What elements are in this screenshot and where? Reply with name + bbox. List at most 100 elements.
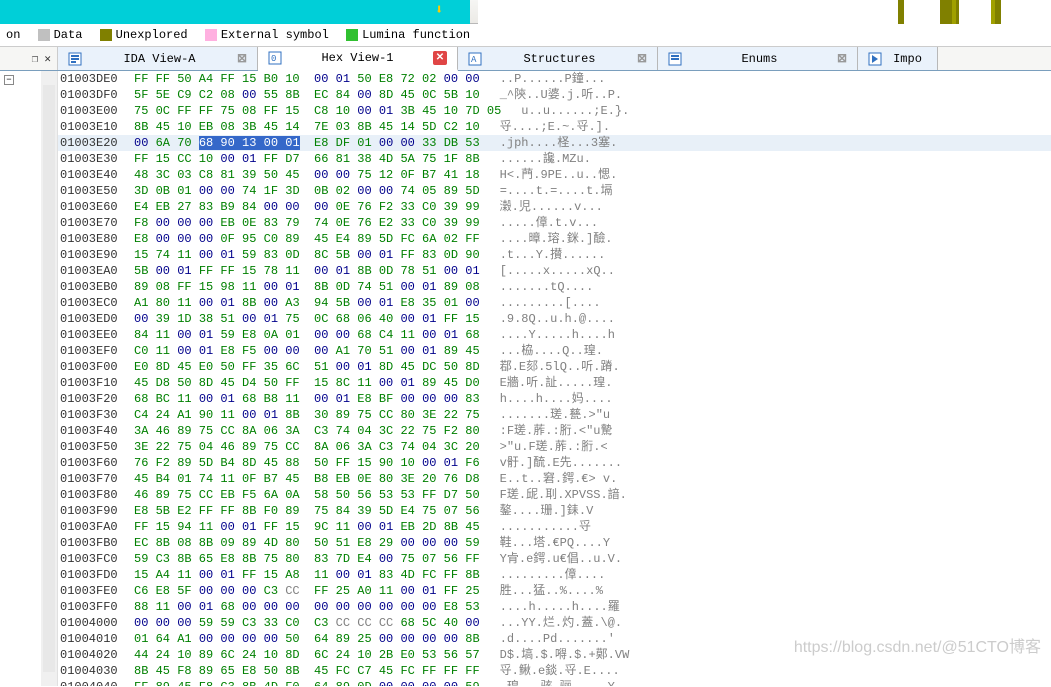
- hex-bytes[interactable]: 5F 5E C9 C2 08 00 55 8B EC 84 00 8D 45 0…: [134, 87, 480, 103]
- hex-bytes[interactable]: FF 89 45 F8 C3 8B 4D F0 64 89 0D 00 00 0…: [134, 679, 480, 686]
- hex-row[interactable]: 01003E2000 6A 70 68 90 13 00 01 E8 DF 01…: [58, 135, 1051, 151]
- hex-bytes[interactable]: A1 80 11 00 01 8B 00 A3 94 5B 00 01 E8 3…: [134, 295, 480, 311]
- hex-row[interactable]: 01003F2068 BC 11 00 01 68 B8 11 00 01 E8…: [58, 391, 1051, 407]
- hex-bytes[interactable]: 76 F2 89 5D B4 8D 45 88 50 FF 15 90 10 0…: [134, 455, 480, 471]
- hex-bytes[interactable]: E8 00 00 00 0F 95 C0 89 45 E4 89 5D FC 6…: [134, 231, 480, 247]
- hex-bytes[interactable]: 45 B4 01 74 11 0F B7 45 B8 EB 0E 80 3E 2…: [134, 471, 480, 487]
- hex-address: 01003E80: [60, 231, 134, 247]
- hex-row[interactable]: 0100400000 00 00 59 59 C3 33 C0 C3 CC CC…: [58, 615, 1051, 631]
- fold-toggle-icon[interactable]: −: [4, 75, 14, 85]
- hex-row[interactable]: 0100402044 24 10 89 6C 24 10 8D 6C 24 10…: [58, 647, 1051, 663]
- hex-bytes[interactable]: E4 EB 27 83 B9 84 00 00 00 0E 76 F2 33 C…: [134, 199, 480, 215]
- hex-row[interactable]: 01003F90E8 5B E2 FF FF 8B F0 89 75 84 39…: [58, 503, 1051, 519]
- hex-row[interactable]: 01003E4048 3C 03 C8 81 39 50 45 00 00 75…: [58, 167, 1051, 183]
- hex-bytes[interactable]: 88 11 00 01 68 00 00 00 00 00 00 00 00 0…: [134, 599, 480, 615]
- hex-row[interactable]: 01003F503E 22 75 04 46 89 75 CC 8A 06 3A…: [58, 439, 1051, 455]
- hex-row[interactable]: 01003E80E8 00 00 00 0F 95 C0 89 45 E4 89…: [58, 231, 1051, 247]
- hex-row[interactable]: 01003E0075 0C FF FF 75 08 FF 15 C8 10 00…: [58, 103, 1051, 119]
- hex-bytes[interactable]: F8 00 00 00 EB 0E 83 79 74 0E 76 E2 33 C…: [134, 215, 480, 231]
- hex-bytes[interactable]: 5B 00 01 FF FF 15 78 11 00 01 8B 0D 78 5…: [134, 263, 480, 279]
- hex-row[interactable]: 01003EB089 08 FF 15 98 11 00 01 8B 0D 74…: [58, 279, 1051, 295]
- hex-bytes[interactable]: 44 24 10 89 6C 24 10 8D 6C 24 10 2B E0 5…: [134, 647, 480, 663]
- hex-row[interactable]: 01003DE0FF FF 50 A4 FF 15 B0 10 00 01 50…: [58, 71, 1051, 87]
- hex-row[interactable]: 01003FA0FF 15 94 11 00 01 FF 15 9C 11 00…: [58, 519, 1051, 535]
- tab-close-icon[interactable]: ⊠: [837, 51, 847, 66]
- hex-bytes[interactable]: 48 3C 03 C8 81 39 50 45 00 00 75 12 0F B…: [134, 167, 480, 183]
- hex-row[interactable]: 01003E60E4 EB 27 83 B9 84 00 00 00 0E 76…: [58, 199, 1051, 215]
- hex-row[interactable]: 01003F30C4 24 A1 90 11 00 01 8B 30 89 75…: [58, 407, 1051, 423]
- hex-bytes[interactable]: 8B 45 10 EB 08 3B 45 14 7E 03 8B 45 14 5…: [134, 119, 480, 135]
- hex-bytes[interactable]: FF 15 CC 10 00 01 FF D7 66 81 38 4D 5A 7…: [134, 151, 480, 167]
- hex-row[interactable]: 01003F403A 46 89 75 CC 8A 06 3A C3 74 04…: [58, 423, 1051, 439]
- hex-row[interactable]: 01003F6076 F2 89 5D B4 8D 45 88 50 FF 15…: [58, 455, 1051, 471]
- tab-ida-view[interactable]: IDA View-A ⊠: [58, 47, 258, 70]
- hex-view[interactable]: 01003DE0FF FF 50 A4 FF 15 B0 10 00 01 50…: [58, 71, 1051, 686]
- tab-imports[interactable]: Impo: [858, 47, 938, 70]
- hex-address: 01003E90: [60, 247, 134, 263]
- tab-enums[interactable]: Enums ⊠: [658, 47, 858, 70]
- hex-bytes[interactable]: 3D 0B 01 00 00 74 1F 3D 0B 02 00 00 74 0…: [134, 183, 480, 199]
- hex-row[interactable]: 01003E503D 0B 01 00 00 74 1F 3D 0B 02 00…: [58, 183, 1051, 199]
- tab-close-icon[interactable]: ⊠: [237, 51, 247, 66]
- tab-close-icon[interactable]: ⊠: [637, 51, 647, 66]
- hex-bytes[interactable]: C4 24 A1 90 11 00 01 8B 30 89 75 CC 80 3…: [134, 407, 480, 423]
- hex-row[interactable]: 01003FF088 11 00 01 68 00 00 00 00 00 00…: [58, 599, 1051, 615]
- hex-row[interactable]: 01003E70F8 00 00 00 EB 0E 83 79 74 0E 76…: [58, 215, 1051, 231]
- hex-bytes[interactable]: FF FF 50 A4 FF 15 B0 10 00 01 50 E8 72 0…: [134, 71, 480, 87]
- hex-row[interactable]: 0100401001 64 A1 00 00 00 00 50 64 89 25…: [58, 631, 1051, 647]
- hex-bytes[interactable]: 00 6A 70 68 90 13 00 01 E8 DF 01 00 00 3…: [134, 135, 480, 151]
- hex-row[interactable]: 01003E30FF 15 CC 10 00 01 FF D7 66 81 38…: [58, 151, 1051, 167]
- hex-row[interactable]: 01003EF0C0 11 00 01 E8 F5 00 00 00 A1 70…: [58, 343, 1051, 359]
- hex-row[interactable]: 01003F7045 B4 01 74 11 0F B7 45 B8 EB 0E…: [58, 471, 1051, 487]
- hex-row[interactable]: 01004040FF 89 45 F8 C3 8B 4D F0 64 89 0D…: [58, 679, 1051, 686]
- tab-structures[interactable]: A Structures ⊠: [458, 47, 658, 70]
- close-panel-icon[interactable]: ✕: [44, 52, 51, 66]
- hex-row[interactable]: 01003EC0A1 80 11 00 01 8B 00 A3 94 5B 00…: [58, 295, 1051, 311]
- hex-bytes[interactable]: 15 A4 11 00 01 FF 15 A8 11 00 01 83 4D F…: [134, 567, 480, 583]
- hex-bytes[interactable]: 00 00 00 59 59 C3 33 C0 C3 CC CC CC 68 5…: [134, 615, 480, 631]
- hex-bytes[interactable]: 75 0C FF FF 75 08 FF 15 C8 10 00 01 3B 4…: [134, 103, 501, 119]
- hex-row[interactable]: 01003EE084 11 00 01 59 E8 0A 01 00 00 68…: [58, 327, 1051, 343]
- legend-bar: on Data Unexplored External symbol Lumin…: [0, 24, 1051, 47]
- data-swatch: [38, 29, 50, 41]
- hex-bytes[interactable]: 8B 45 F8 89 65 E8 50 8B 45 FC C7 45 FC F…: [134, 663, 480, 679]
- hex-row[interactable]: 01003FC059 C3 8B 65 E8 8B 75 80 83 7D E4…: [58, 551, 1051, 567]
- hex-bytes[interactable]: 45 D8 50 8D 45 D4 50 FF 15 8C 11 00 01 8…: [134, 375, 480, 391]
- hex-row[interactable]: 01003F8046 89 75 CC EB F5 6A 0A 58 50 56…: [58, 487, 1051, 503]
- hex-row[interactable]: 01003F1045 D8 50 8D 45 D4 50 FF 15 8C 11…: [58, 375, 1051, 391]
- hex-bytes[interactable]: FF 15 94 11 00 01 FF 15 9C 11 00 01 EB 2…: [134, 519, 480, 535]
- hex-row[interactable]: 01003FE0C6 E8 5F 00 00 00 C3 CC FF 25 A0…: [58, 583, 1051, 599]
- hex-row[interactable]: 01003F00E0 8D 45 E0 50 FF 35 6C 51 00 01…: [58, 359, 1051, 375]
- hex-bytes[interactable]: 59 C3 8B 65 E8 8B 75 80 83 7D E4 00 75 0…: [134, 551, 480, 567]
- hex-row[interactable]: 01003ED000 39 1D 38 51 00 01 75 0C 68 06…: [58, 311, 1051, 327]
- hex-row[interactable]: 01003EA05B 00 01 FF FF 15 78 11 00 01 8B…: [58, 263, 1051, 279]
- hex-row[interactable]: 01003E108B 45 10 EB 08 3B 45 14 7E 03 8B…: [58, 119, 1051, 135]
- hex-bytes[interactable]: 15 74 11 00 01 59 83 0D 8C 5B 00 01 FF 8…: [134, 247, 480, 263]
- hex-bytes[interactable]: E0 8D 45 E0 50 FF 35 6C 51 00 01 8D 45 D…: [134, 359, 480, 375]
- hex-row[interactable]: 01003E9015 74 11 00 01 59 83 0D 8C 5B 00…: [58, 247, 1051, 263]
- hex-bytes[interactable]: 89 08 FF 15 98 11 00 01 8B 0D 74 51 00 0…: [134, 279, 480, 295]
- tab-close-icon[interactable]: ✕: [433, 51, 447, 65]
- gutter-scrollbar[interactable]: [41, 71, 57, 686]
- hex-bytes[interactable]: C6 E8 5F 00 00 00 C3 CC FF 25 A0 11 00 0…: [134, 583, 480, 599]
- hex-row[interactable]: 010040308B 45 F8 89 65 E8 50 8B 45 FC C7…: [58, 663, 1051, 679]
- hex-bytes[interactable]: 46 89 75 CC EB F5 6A 0A 58 50 56 53 53 F…: [134, 487, 480, 503]
- hex-bytes[interactable]: C0 11 00 01 E8 F5 00 00 00 A1 70 51 00 0…: [134, 343, 480, 359]
- hex-address: 01003ED0: [60, 311, 134, 327]
- hex-bytes[interactable]: E8 5B E2 FF FF 8B F0 89 75 84 39 5D E4 7…: [134, 503, 480, 519]
- hex-row[interactable]: 01003FB0EC 8B 08 8B 09 89 4D 80 50 51 E8…: [58, 535, 1051, 551]
- hex-bytes[interactable]: 00 39 1D 38 51 00 01 75 0C 68 06 40 00 0…: [134, 311, 480, 327]
- tab-hex-view[interactable]: 0 Hex View-1 ✕: [258, 47, 458, 71]
- hex-bytes[interactable]: 84 11 00 01 59 E8 0A 01 00 00 68 C4 11 0…: [134, 327, 480, 343]
- navigation-minimap[interactable]: [478, 0, 1051, 24]
- hex-bytes[interactable]: 68 BC 11 00 01 68 B8 11 00 01 E8 BF 00 0…: [134, 391, 480, 407]
- hex-address: 01003F40: [60, 423, 134, 439]
- navigation-overview[interactable]: ⬇: [0, 0, 1051, 24]
- hex-bytes[interactable]: 3E 22 75 04 46 89 75 CC 8A 06 3A C3 74 0…: [134, 439, 480, 455]
- hex-bytes[interactable]: EC 8B 08 8B 09 89 4D 80 50 51 E8 29 00 0…: [134, 535, 480, 551]
- hex-bytes[interactable]: 01 64 A1 00 00 00 00 50 64 89 25 00 00 0…: [134, 631, 480, 647]
- hex-row[interactable]: 01003FD015 A4 11 00 01 FF 15 A8 11 00 01…: [58, 567, 1051, 583]
- hex-bytes[interactable]: 3A 46 89 75 CC 8A 06 3A C3 74 04 3C 22 7…: [134, 423, 480, 439]
- hex-row[interactable]: 01003DF05F 5E C9 C2 08 00 55 8B EC 84 00…: [58, 87, 1051, 103]
- restore-window-icon[interactable]: ❐: [32, 52, 39, 66]
